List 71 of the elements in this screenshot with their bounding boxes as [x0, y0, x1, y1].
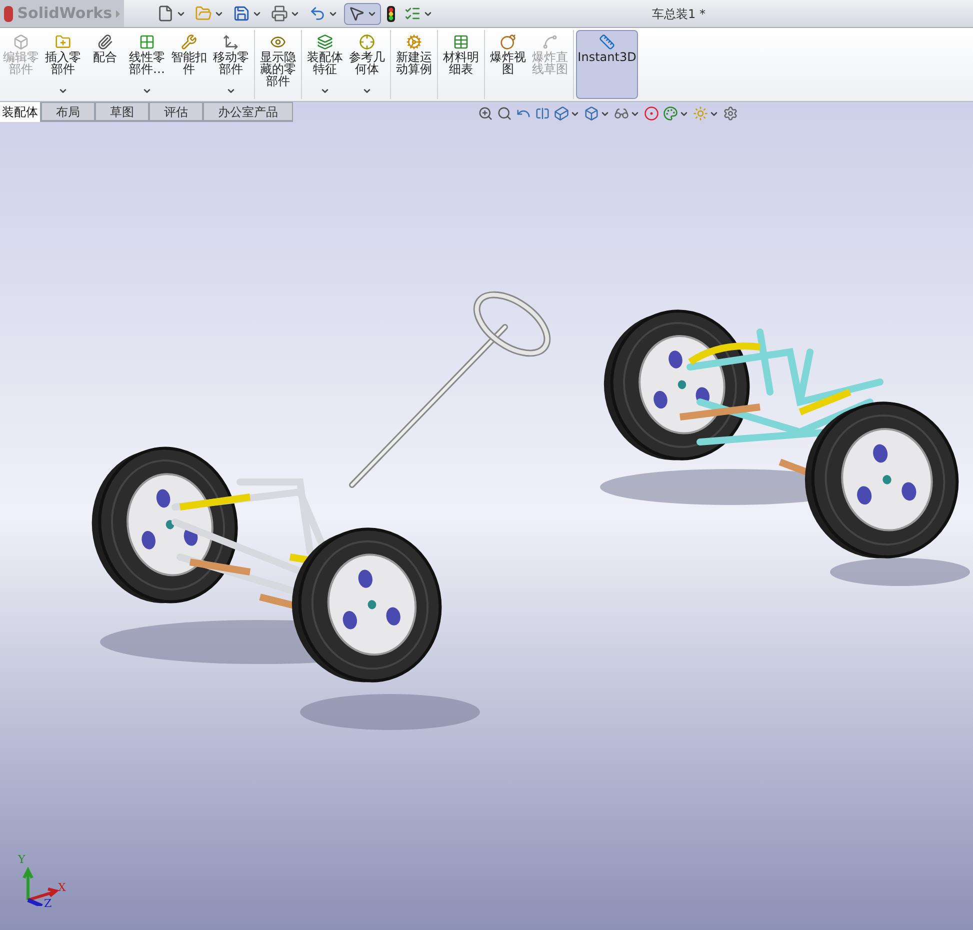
sun-icon [693, 106, 708, 121]
caret-icon[interactable] [226, 86, 236, 96]
command-button[interactable]: 爆炸视图 [487, 30, 529, 99]
view-tool-button[interactable] [497, 106, 512, 121]
axis-label: X [58, 880, 66, 896]
axis-triad-icon [20, 866, 60, 906]
printer-icon [271, 5, 288, 22]
crosshair-icon [359, 34, 375, 50]
wrench-icon [181, 34, 197, 50]
eye-icon [270, 34, 286, 50]
grid-icon [139, 34, 155, 50]
palette-icon [663, 106, 678, 121]
tab[interactable]: 评估 [149, 102, 203, 121]
toolbar-button[interactable] [344, 2, 381, 24]
command-button[interactable]: 插入零部件 [42, 30, 84, 99]
axis-label: Z [44, 896, 52, 912]
command-button[interactable]: 智能扣件 [168, 30, 210, 99]
split-square-icon [535, 106, 550, 121]
tab[interactable]: 装配体 [0, 102, 41, 122]
command-button[interactable]: 参考几何体 [346, 30, 388, 99]
zoom-icon [478, 106, 493, 121]
box-icon [13, 34, 29, 50]
glasses-icon [614, 106, 629, 121]
folder-plus-icon [55, 34, 71, 50]
gear-icon [406, 34, 422, 50]
command-button[interactable]: 显示隐藏的零部件 [257, 30, 299, 99]
logo-icon [4, 6, 14, 22]
command-button[interactable]: 配合 [84, 30, 126, 99]
ruler-icon [599, 34, 615, 50]
command-button[interactable]: 新建运动算例 [393, 30, 435, 99]
caret-icon[interactable] [320, 86, 330, 96]
cube-icon [554, 106, 569, 121]
document-icon [157, 5, 174, 22]
view-tool-button[interactable] [478, 106, 493, 121]
command-button[interactable]: 装配体特征 [304, 30, 346, 99]
pointer-icon [348, 5, 365, 22]
bomb-icon [500, 34, 516, 50]
view-tool-button[interactable] [554, 106, 580, 121]
tab[interactable]: 办公室产品 [203, 102, 293, 121]
window-title: 车总装1 * [652, 6, 706, 22]
caret-icon[interactable] [142, 86, 152, 96]
tab[interactable]: 布局 [41, 102, 95, 121]
view-tool-button[interactable] [663, 106, 689, 121]
layers-icon [317, 34, 333, 50]
view-tool-button[interactable] [535, 106, 550, 121]
command-button[interactable]: 线性零部件… [126, 30, 168, 99]
traffic-light-icon [387, 6, 395, 22]
command-button[interactable]: Instant3D [576, 30, 638, 99]
tab[interactable]: 草图 [95, 102, 149, 121]
gear-icon [723, 106, 738, 121]
axis-label: Y [18, 852, 26, 868]
view-tool-button[interactable] [614, 106, 640, 121]
app-name: SolidWorks [17, 3, 112, 24]
box-icon [584, 106, 599, 121]
spline-icon [542, 34, 558, 50]
view-tool-button[interactable] [723, 106, 738, 121]
caret-icon[interactable] [362, 86, 372, 96]
checklist-icon [404, 5, 421, 22]
magnifier-icon [497, 106, 512, 121]
folder-icon [195, 5, 212, 22]
undo-icon [309, 5, 326, 22]
paperclip-icon [97, 34, 113, 50]
view-tool-button[interactable] [584, 106, 610, 121]
view-tool-button[interactable] [693, 106, 719, 121]
circle-icon [644, 106, 659, 121]
command-button[interactable]: 材料明细表 [440, 30, 482, 99]
caret-icon[interactable] [58, 86, 68, 96]
command-button[interactable]: 移动零部件 [210, 30, 252, 99]
view-tool-button[interactable] [644, 106, 659, 121]
move-icon [223, 34, 239, 50]
table-icon [453, 34, 469, 50]
